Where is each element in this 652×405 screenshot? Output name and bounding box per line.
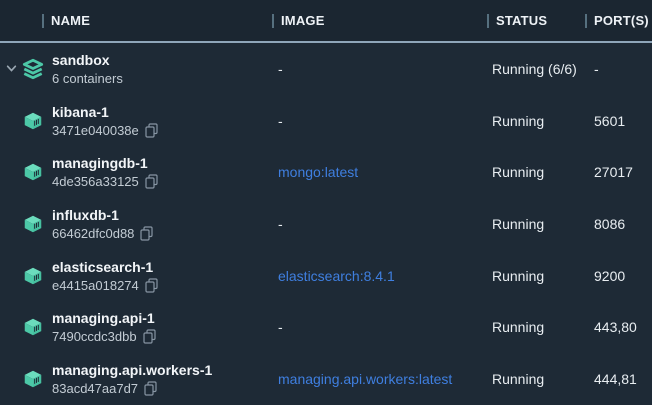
name-cell: elasticsearch-1 e4415a018274	[0, 258, 272, 294]
container-id: e4415a018274	[52, 277, 139, 294]
status-cell: Running (6/6)	[487, 61, 585, 77]
column-header-name: NAME	[0, 13, 272, 28]
image-cell-text[interactable]: managing.api.workers:latest	[278, 371, 452, 387]
copy-icon[interactable]	[140, 226, 153, 241]
image-cell: mongo:latest	[272, 164, 487, 180]
column-separator	[42, 14, 44, 28]
ports-cell: 444,81	[585, 371, 652, 387]
container-cube-icon	[22, 316, 44, 338]
ports-cell: 8086	[585, 216, 652, 232]
copy-icon[interactable]	[145, 278, 158, 293]
name-cell: kibana-1 3471e040038e	[0, 103, 272, 139]
image-cell-text: -	[278, 113, 283, 129]
container-cube-icon	[22, 110, 44, 132]
column-separator	[585, 14, 587, 28]
image-cell-text[interactable]: mongo:latest	[278, 164, 358, 180]
image-cell: elasticsearch:8.4.1	[272, 268, 487, 284]
copy-icon[interactable]	[145, 174, 158, 189]
container-name: influxdb-1	[52, 206, 153, 224]
container-id: 6 containers	[52, 70, 123, 87]
column-separator	[272, 14, 274, 28]
container-id: 7490ccdc3dbb	[52, 328, 137, 345]
column-header-status: STATUS	[487, 13, 585, 28]
container-name: kibana-1	[52, 103, 158, 121]
container-table-body: sandbox 6 containers - Running (6/6) -	[0, 43, 652, 405]
ports-cell: -	[585, 61, 652, 77]
table-row[interactable]: influxdb-1 66462dfc0d88 - Running 8086	[0, 198, 652, 250]
image-cell: -	[272, 113, 487, 129]
container-name: managing.api.workers-1	[52, 361, 212, 379]
column-separator	[487, 14, 489, 28]
table-row[interactable]: elasticsearch-1 e4415a018274 elasticsear…	[0, 250, 652, 302]
ports-cell: 5601	[585, 113, 652, 129]
image-cell-text: -	[278, 216, 283, 232]
image-cell-text: -	[278, 61, 283, 77]
status-cell: Running	[487, 268, 585, 284]
name-cell: managing.api-1 7490ccdc3dbb	[0, 309, 272, 345]
container-name: managingdb-1	[52, 154, 158, 172]
column-header-image: IMAGE	[272, 13, 487, 28]
status-cell: Running	[487, 164, 585, 180]
name-cell: sandbox 6 containers	[0, 51, 272, 87]
column-header-ports-label: PORT(S)	[594, 13, 649, 28]
status-cell: Running	[487, 113, 585, 129]
copy-icon[interactable]	[145, 123, 158, 138]
table-row[interactable]: sandbox 6 containers - Running (6/6) -	[0, 43, 652, 95]
column-header-ports: PORT(S)	[585, 13, 652, 28]
container-cube-icon	[22, 161, 44, 183]
container-id: 83acd47aa7d7	[52, 380, 138, 397]
name-text-block: sandbox 6 containers	[52, 51, 123, 87]
image-cell: managing.api.workers:latest	[272, 371, 487, 387]
column-header-name-label: NAME	[51, 13, 90, 28]
container-id: 3471e040038e	[52, 122, 139, 139]
status-cell: Running	[487, 371, 585, 387]
image-cell-text: -	[278, 319, 283, 335]
table-header: NAME IMAGE STATUS PORT(S)	[0, 0, 652, 43]
table-row[interactable]: managing.api-1 7490ccdc3dbb - Running 44…	[0, 302, 652, 354]
container-name: managing.api-1	[52, 309, 156, 327]
container-id: 4de356a33125	[52, 173, 139, 190]
ports-cell: 9200	[585, 268, 652, 284]
copy-icon[interactable]	[143, 329, 156, 344]
image-cell: -	[272, 319, 487, 335]
image-cell-text[interactable]: elasticsearch:8.4.1	[278, 268, 395, 284]
name-text-block: managing.api-1 7490ccdc3dbb	[52, 309, 156, 345]
table-row[interactable]: kibana-1 3471e040038e - Running 5601	[0, 95, 652, 147]
compose-stack-icon	[22, 58, 44, 80]
name-text-block: kibana-1 3471e040038e	[52, 103, 158, 139]
name-text-block: elasticsearch-1 e4415a018274	[52, 258, 158, 294]
table-row[interactable]: managingdb-1 4de356a33125 mongo:latest R…	[0, 146, 652, 198]
chevron-down-icon[interactable]	[5, 63, 18, 74]
name-cell: managing.api.workers-1 83acd47aa7d7	[0, 361, 272, 397]
container-name: sandbox	[52, 51, 123, 69]
container-name: elasticsearch-1	[52, 258, 158, 276]
name-text-block: influxdb-1 66462dfc0d88	[52, 206, 153, 242]
container-cube-icon	[22, 265, 44, 287]
copy-icon[interactable]	[144, 381, 157, 396]
ports-cell: 27017	[585, 164, 652, 180]
container-id: 66462dfc0d88	[52, 225, 134, 242]
container-cube-icon	[22, 213, 44, 235]
name-cell: managingdb-1 4de356a33125	[0, 154, 272, 190]
table-row[interactable]: managing.api.workers-1 83acd47aa7d7 mana…	[0, 353, 652, 405]
status-cell: Running	[487, 319, 585, 335]
name-text-block: managing.api.workers-1 83acd47aa7d7	[52, 361, 212, 397]
containers-table: NAME IMAGE STATUS PORT(S)	[0, 0, 652, 405]
status-cell: Running	[487, 216, 585, 232]
ports-cell: 443,80	[585, 319, 652, 335]
name-cell: influxdb-1 66462dfc0d88	[0, 206, 272, 242]
container-cube-icon	[22, 368, 44, 390]
image-cell: -	[272, 61, 487, 77]
image-cell: -	[272, 216, 487, 232]
column-header-status-label: STATUS	[496, 13, 547, 28]
name-text-block: managingdb-1 4de356a33125	[52, 154, 158, 190]
column-header-image-label: IMAGE	[281, 13, 325, 28]
